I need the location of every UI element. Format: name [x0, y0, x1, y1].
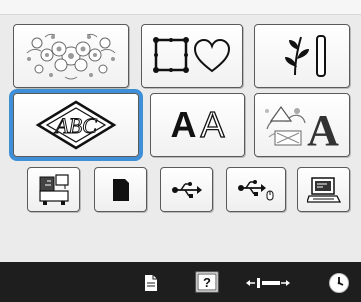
border-pattern-icon — [285, 35, 326, 77]
embroidery-pattern-button[interactable] — [13, 24, 129, 88]
frame-pattern-button[interactable] — [141, 24, 243, 88]
status-bar: ? — [0, 262, 361, 302]
alphabet-font-icon: A A — [170, 104, 225, 145]
decorative-alphabet-icon: A — [265, 105, 339, 149]
usb-mouse-button[interactable] — [226, 167, 286, 212]
floral-pattern-icon — [26, 33, 116, 80]
alphabet-character-button[interactable]: A A — [150, 93, 245, 157]
machine-memory-button[interactable] — [27, 167, 80, 212]
monogram-pattern-button[interactable]: ABC — [13, 93, 139, 157]
help-icon[interactable]: ? — [194, 270, 220, 294]
letter-outline: A — [200, 104, 225, 145]
clock-icon[interactable] — [327, 271, 351, 295]
letter-solid: A — [170, 104, 197, 145]
memory-card-button[interactable] — [94, 167, 147, 212]
computer-icon — [306, 176, 341, 203]
monogram-abc-icon: ABC — [35, 100, 117, 150]
monogram-text: ABC — [53, 113, 97, 138]
embroidery-pattern-selection-screen: ABC A A A ? — [0, 0, 361, 302]
utility-design-button[interactable] — [254, 24, 350, 88]
memory-card-icon — [112, 178, 129, 201]
decorative-alphabet-button[interactable]: A — [254, 93, 350, 157]
decorative-letter: A — [307, 106, 339, 149]
presser-foot-icon[interactable] — [244, 274, 292, 292]
computer-button[interactable] — [297, 167, 350, 212]
machine-memory-icon — [38, 173, 69, 205]
frame-and-heart-icon — [153, 37, 231, 73]
usb-icon — [171, 181, 202, 198]
help-label: ? — [203, 275, 211, 290]
document-icon[interactable] — [141, 272, 161, 294]
usb-mouse-icon — [238, 179, 274, 200]
usb-button[interactable] — [160, 167, 213, 212]
top-bar — [0, 0, 361, 15]
